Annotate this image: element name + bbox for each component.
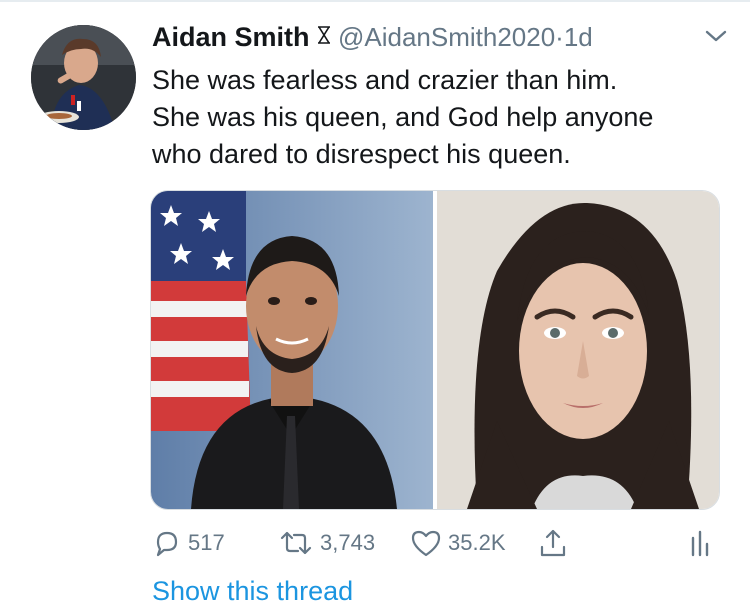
handle[interactable]: @AidanSmith2020 xyxy=(338,22,555,52)
retweet-button[interactable]: 3,743 xyxy=(278,526,375,560)
timestamp[interactable]: 1d xyxy=(564,22,593,52)
reply-icon xyxy=(152,528,182,558)
share-button[interactable] xyxy=(538,526,568,560)
retweet-count: 3,743 xyxy=(320,530,376,555)
meta-separator: · xyxy=(555,22,564,52)
media-grid xyxy=(150,190,720,510)
tweet-header: Aidan Smith @AidanSmith2020·1d xyxy=(152,22,732,58)
share-icon xyxy=(538,527,568,559)
display-name[interactable]: Aidan Smith xyxy=(152,22,310,52)
hourglass-icon xyxy=(316,26,332,49)
chevron-down-icon[interactable] xyxy=(704,28,728,49)
like-count: 35.2K xyxy=(448,530,506,555)
photo-left[interactable] xyxy=(151,191,433,509)
photo-right[interactable] xyxy=(437,191,719,509)
avatar[interactable] xyxy=(31,25,136,130)
analytics-icon xyxy=(688,528,712,558)
like-button[interactable]: 35.2K xyxy=(410,526,506,560)
retweet-icon xyxy=(278,528,314,558)
top-divider xyxy=(0,0,750,2)
analytics-button[interactable] xyxy=(688,526,712,560)
show-thread-link[interactable]: Show this thread xyxy=(152,576,353,607)
tweet-text: She was fearless and crazier than him. S… xyxy=(152,65,654,169)
avatar-photo xyxy=(31,25,136,130)
tweet-actions: 517 3,743 35.2K xyxy=(152,526,718,560)
reply-count: 517 xyxy=(188,530,225,555)
reply-button[interactable]: 517 xyxy=(152,526,225,560)
heart-icon xyxy=(410,528,442,558)
